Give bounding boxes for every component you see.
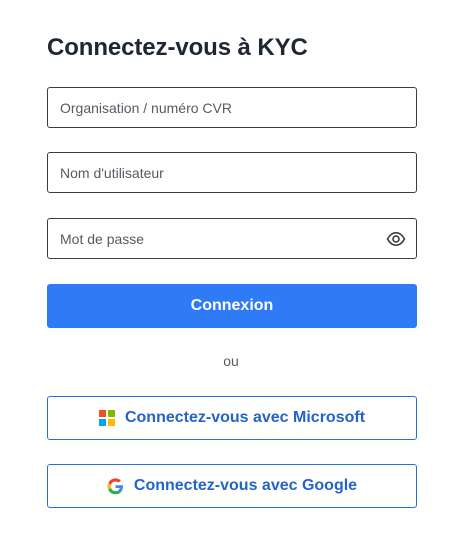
username-input[interactable]	[48, 153, 416, 192]
microsoft-login-button[interactable]: Connectez-vous avec Microsoft	[47, 396, 417, 440]
password-field-wrapper	[47, 218, 417, 259]
login-button[interactable]: Connexion	[47, 284, 417, 328]
microsoft-login-label: Connectez-vous avec Microsoft	[124, 409, 366, 426]
google-login-button[interactable]: Connectez-vous avec Google	[47, 464, 417, 508]
google-logo-icon	[107, 477, 124, 495]
eye-icon[interactable]	[386, 230, 406, 248]
microsoft-logo-icon	[98, 410, 115, 426]
password-input[interactable]	[48, 219, 416, 258]
organisation-input[interactable]	[48, 88, 416, 127]
username-field-wrapper	[47, 152, 417, 193]
organisation-field-wrapper	[47, 87, 417, 128]
page-title: Connectez-vous à KYC	[47, 34, 308, 61]
or-separator: ou	[223, 353, 239, 369]
google-login-label: Connectez-vous avec Google	[133, 477, 358, 494]
login-page: Connectez-vous à KYC Connexion ou Connec…	[0, 0, 462, 541]
